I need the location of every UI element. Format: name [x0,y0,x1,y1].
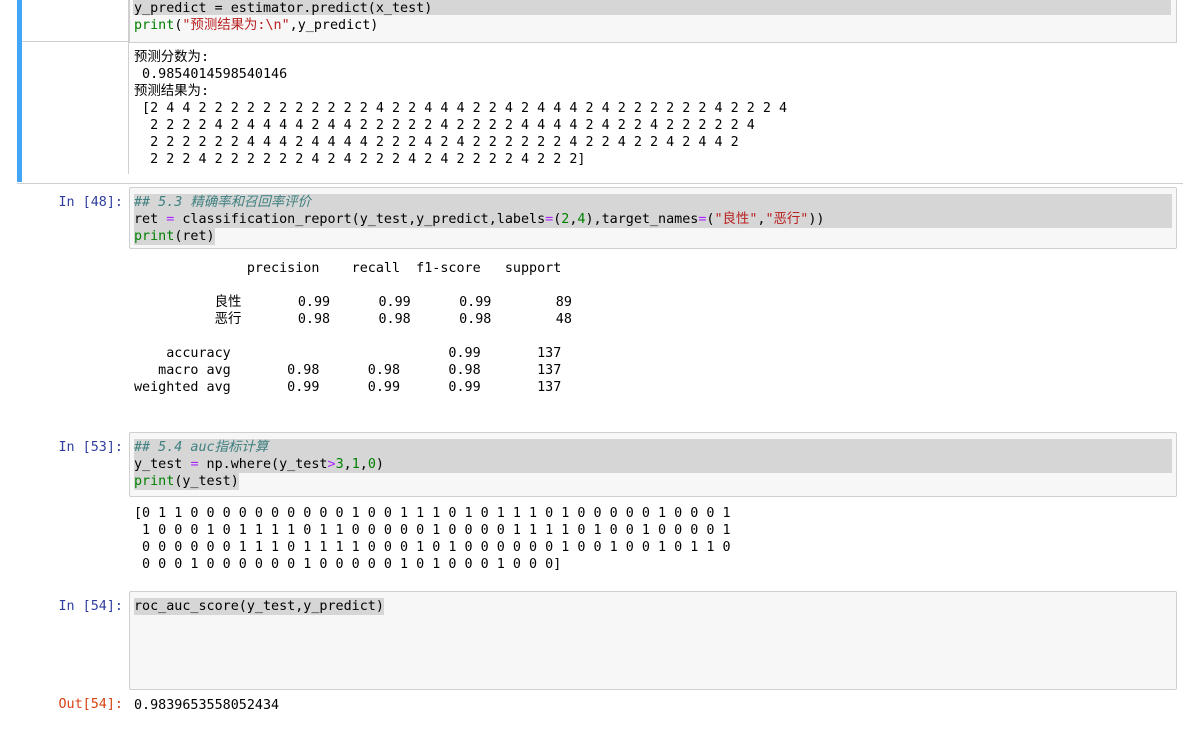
cell-output: [0 1 1 0 0 0 0 0 0 0 0 0 0 1 0 0 1 1 1 0… [134,505,731,573]
scrollbar[interactable] [1183,0,1203,731]
code-line: ## 5.3 精确率和召回率评价 [134,194,1172,211]
code-line: y_test = np.where(y_test>3,1,0) [134,456,1172,473]
output-text: [0 1 1 0 0 0 0 0 0 0 0 0 0 1 0 0 1 1 1 0… [134,506,731,521]
input-prompt: In [54]: [58,599,124,614]
code-line: y_predict = estimator.predict(x_test) [134,1,433,16]
report-row: accuracy 0.99 137 [134,346,562,361]
output-text: 2 2 2 2 4 2 4 4 4 4 2 4 4 2 2 2 2 2 4 2 … [134,118,755,133]
output-text: 0.9839653558052434 [134,698,280,713]
report-header: precision recall f1-score support [134,261,562,276]
cell-output: 0.9839653558052434 [134,697,279,714]
code-line: print(ret) [134,228,215,245]
input-prompt-area [22,0,129,42]
code-editor[interactable]: ## 5.4 auc指标计算 y_test = np.where(y_test>… [134,439,1203,490]
code-editor[interactable]: y_predict = estimator.predict(x_test) pr… [134,0,432,34]
code-line: print(y_test) [134,473,239,490]
report-row: macro avg 0.98 0.98 0.98 137 [134,363,562,378]
code-line: ret = classification_report(y_test,y_pre… [134,211,1172,228]
cell-output: 预测分数为: 0.9854014598540146 预测结果为: [2 4 4 … [134,49,787,168]
report-row: 恶行 0.98 0.98 0.98 48 [134,312,572,327]
output-text: 0.9854014598540146 [134,67,288,82]
report-blank [134,328,572,345]
output-text: 2 2 2 4 2 2 2 2 2 2 4 2 4 2 2 2 4 2 4 2 … [134,152,586,167]
output-prompt-area [22,42,129,174]
code-line: print("预测结果为:\n",y_predict) [134,18,379,33]
output-text: 0 0 0 1 0 0 0 0 0 0 1 0 0 0 0 0 1 0 1 0 … [134,557,562,572]
output-prompt: Out[54]: [58,697,124,712]
output-text: 预测分数为: [134,50,210,65]
code-line: roc_auc_score(y_test,y_predict) [134,598,384,615]
output-text: [2 4 4 2 2 2 2 2 2 2 2 2 2 2 4 2 2 4 4 4… [134,101,788,116]
report-blank [134,277,572,294]
output-text: 1 0 0 0 1 0 1 1 1 1 0 1 1 0 0 0 0 0 1 0 … [134,523,731,538]
output-text: 0 0 0 0 0 0 1 1 1 0 1 1 1 1 0 0 0 1 0 1 … [134,540,731,555]
code-line: ## 5.4 auc指标计算 [134,439,1172,456]
classification-report-output: precision recall f1-score support 良性 0.9… [134,260,572,396]
input-prompt: In [53]: [58,440,124,455]
output-text: 预测结果为: [134,84,210,99]
code-editor[interactable]: ## 5.3 精确率和召回率评价 ret = classification_re… [134,194,1203,245]
output-text: 2 2 2 2 2 2 4 4 4 2 4 4 4 4 2 2 2 4 2 4 … [134,135,739,150]
report-row: weighted avg 0.99 0.99 0.99 137 [134,380,562,395]
code-editor[interactable]: roc_auc_score(y_test,y_predict) [134,598,384,615]
input-prompt: In [48]: [58,195,124,210]
report-row: 良性 0.99 0.99 0.99 89 [134,295,572,310]
